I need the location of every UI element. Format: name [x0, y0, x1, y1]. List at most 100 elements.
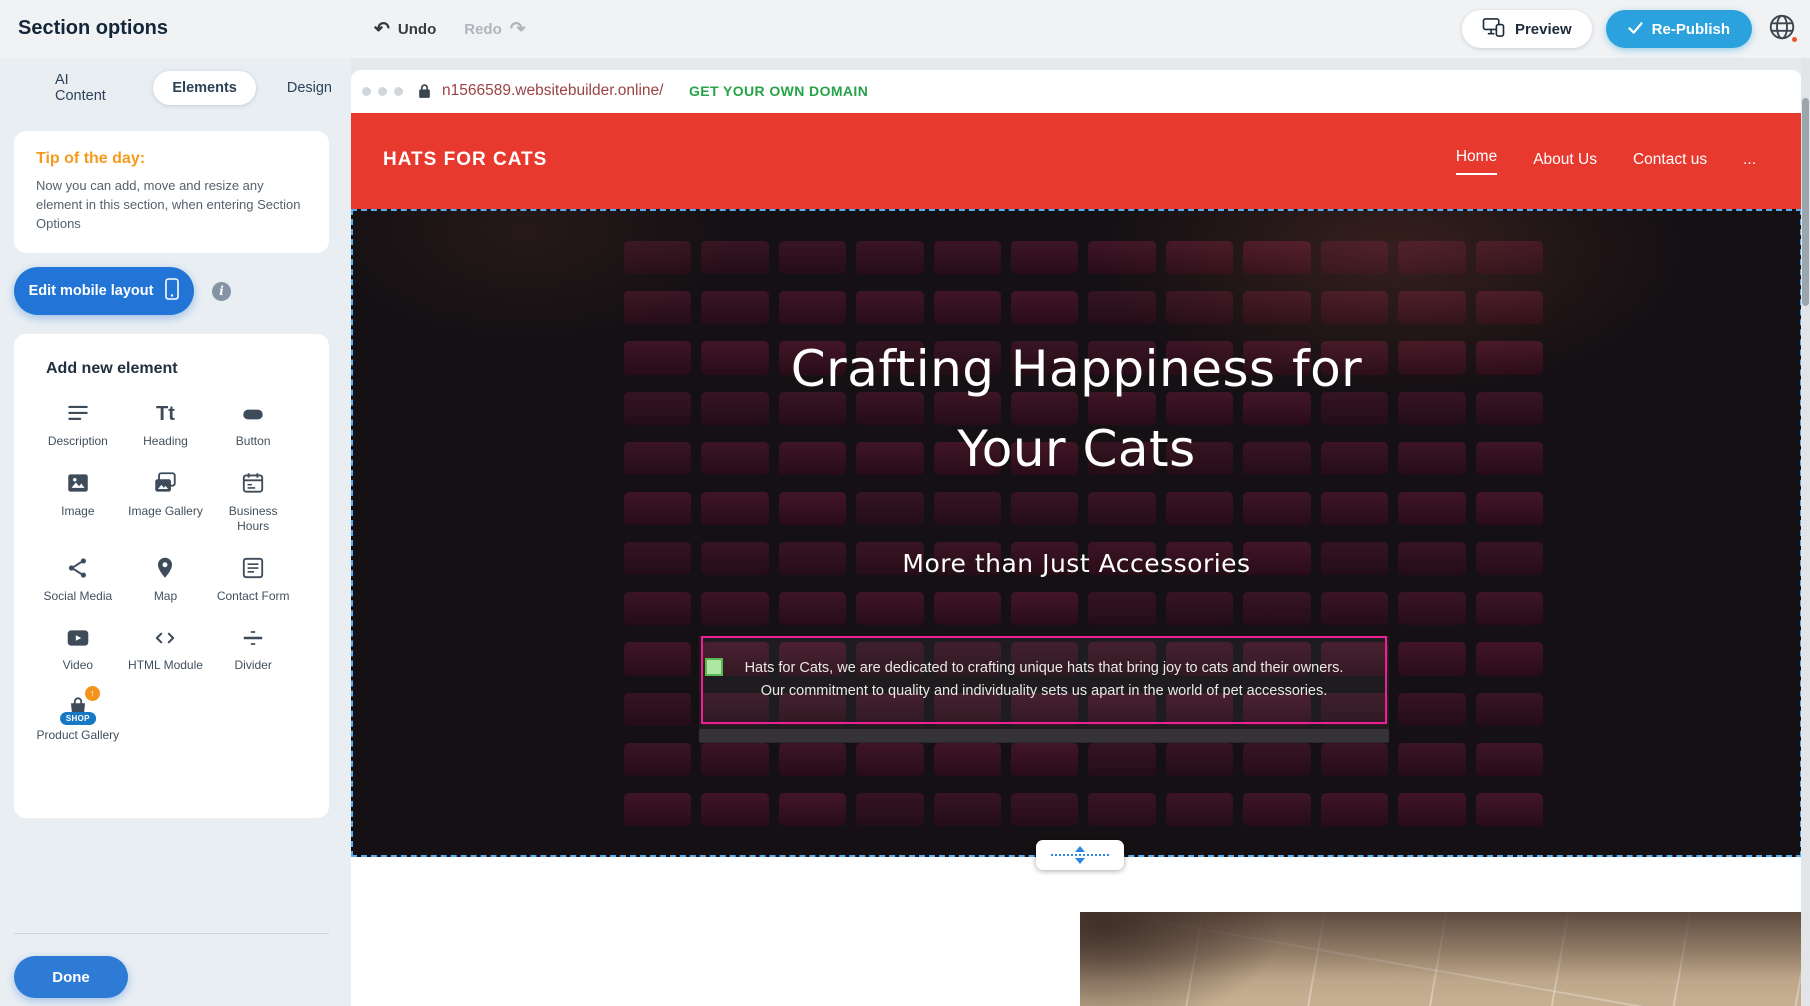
tab-ai-content[interactable]: AI Content	[36, 71, 141, 105]
hero-paragraph-line2: Our commitment to quality and individual…	[703, 680, 1385, 703]
republish-button[interactable]: Re-Publish	[1606, 10, 1752, 48]
lock-icon	[418, 83, 431, 104]
element-image[interactable]: Image	[36, 470, 120, 535]
hero-tile	[1011, 241, 1078, 274]
hero-tile	[1321, 592, 1388, 625]
element-social-media[interactable]: Social Media	[36, 555, 120, 605]
hero-tile	[701, 241, 768, 274]
hero-tile	[779, 793, 846, 826]
element-label: Product Gallery	[36, 728, 119, 744]
tab-elements[interactable]: Elements	[153, 71, 255, 105]
element-description[interactable]: Description	[36, 400, 120, 450]
hero-tile	[779, 743, 846, 776]
hero-tile	[1321, 743, 1388, 776]
done-label: Done	[52, 969, 90, 986]
get-domain-link[interactable]: GET YOUR OWN DOMAIN	[689, 83, 868, 99]
hero-tile	[1398, 693, 1465, 726]
button-icon	[240, 400, 266, 427]
language-globe-button[interactable]	[1766, 13, 1798, 45]
html-module-icon	[152, 624, 178, 651]
hero-tile	[856, 291, 923, 324]
redo-button[interactable]: Redo ↷	[464, 20, 525, 39]
element-label: Description	[48, 434, 108, 450]
selected-text-element[interactable]: Hats for Cats, we are dedicated to craft…	[701, 636, 1387, 724]
hero-subheading[interactable]: More than Just Accessories	[353, 549, 1800, 578]
element-business-hours[interactable]: Business Hours	[211, 470, 295, 535]
nav-item-contact-us[interactable]: Contact us	[1633, 151, 1707, 171]
section-resize-handle[interactable]	[1036, 840, 1124, 870]
hero-tile	[701, 793, 768, 826]
element-label: Social Media	[43, 589, 112, 605]
hero-tile	[934, 793, 1001, 826]
divider-icon	[240, 624, 266, 651]
element-label: Business Hours	[211, 504, 295, 535]
undo-button[interactable]: ↶ Undo	[374, 20, 436, 39]
nav-item-about-us[interactable]: About Us	[1533, 151, 1597, 171]
element-label: Button	[236, 434, 271, 450]
tab-design[interactable]: Design	[268, 71, 351, 105]
hero-tile	[856, 241, 923, 274]
hero-tile	[934, 743, 1001, 776]
hero-tile	[934, 492, 1001, 525]
element-map[interactable]: Map	[124, 555, 208, 605]
hero-heading-line1: Crafting Happiness for	[353, 329, 1800, 409]
site-header: HATS FOR CATS Home About Us Contact us...	[351, 113, 1802, 209]
history-controls: ↶ Undo Redo ↷	[374, 0, 526, 58]
preview-button[interactable]: Preview	[1462, 10, 1592, 48]
sidebar-divider	[14, 933, 329, 934]
hero-tile	[1398, 793, 1465, 826]
hero-tile	[1476, 743, 1543, 776]
hero-tile	[1321, 241, 1388, 274]
element-ghost-band	[699, 729, 1389, 743]
hero-tile	[1166, 592, 1233, 625]
element-video[interactable]: Video	[36, 624, 120, 674]
sidebar-tabs: AI Content Elements Design	[36, 71, 351, 105]
arrow-up-icon	[1075, 846, 1085, 852]
canvas-scrollbar[interactable]	[1801, 58, 1810, 1006]
nav-item-home[interactable]: Home	[1456, 148, 1497, 175]
hero-tile	[1011, 793, 1078, 826]
hero-tile	[1398, 743, 1465, 776]
hero-tile	[1398, 291, 1465, 324]
next-section[interactable]	[351, 912, 1802, 1006]
undo-label: Undo	[398, 21, 436, 38]
hero-tile	[1088, 492, 1155, 525]
info-icon[interactable]: i	[212, 282, 231, 301]
element-button[interactable]: Button	[211, 400, 295, 450]
hero-tile	[1011, 592, 1078, 625]
redo-icon: ↷	[510, 20, 526, 39]
republish-label: Re-Publish	[1652, 21, 1730, 38]
edit-mobile-layout-button[interactable]: Edit mobile layout	[14, 267, 194, 315]
hero-tile	[1088, 743, 1155, 776]
element-image-gallery[interactable]: Image Gallery	[124, 470, 208, 535]
sidebar: AI ContentElementsDesign Tip of the day:…	[0, 58, 351, 1006]
hero-tile	[1243, 743, 1310, 776]
elements-grid: Description TtHeading Button ImageImage Gal…	[36, 400, 295, 744]
hero-tile	[701, 492, 768, 525]
element-contact-form[interactable]: Contact Form	[211, 555, 295, 605]
hero-paragraph: Hats for Cats, we are dedicated to craft…	[703, 657, 1385, 703]
selected-hero-section[interactable]: Crafting Happiness for Your Cats More th…	[351, 209, 1802, 857]
mobile-layout-row: Edit mobile layout i	[14, 267, 231, 315]
dotted-line-icon	[1051, 854, 1109, 856]
nav-item-[interactable]: ...	[1743, 151, 1756, 171]
element-heading[interactable]: TtHeading	[124, 400, 208, 450]
hero-tile	[1321, 291, 1388, 324]
scrollbar-thumb[interactable]	[1802, 98, 1809, 306]
hero-tile	[1398, 592, 1465, 625]
hero-tile	[701, 592, 768, 625]
phone-icon	[165, 278, 179, 304]
hero-tile	[1243, 793, 1310, 826]
element-divider[interactable]: Divider	[211, 624, 295, 674]
hero-tile	[701, 291, 768, 324]
done-button[interactable]: Done	[14, 956, 128, 998]
hero-tile	[624, 642, 691, 675]
hero-tile	[1166, 241, 1233, 274]
hero-tile	[1011, 291, 1078, 324]
hero-heading[interactable]: Crafting Happiness for Your Cats	[353, 329, 1800, 489]
element-product-gallery[interactable]: SHOP↑Product Gallery	[36, 694, 120, 744]
shop-badge: SHOP	[60, 712, 96, 725]
element-html-module[interactable]: HTML Module	[124, 624, 208, 674]
browser-dot	[362, 87, 371, 96]
site-logo[interactable]: HATS FOR CATS	[383, 149, 547, 171]
